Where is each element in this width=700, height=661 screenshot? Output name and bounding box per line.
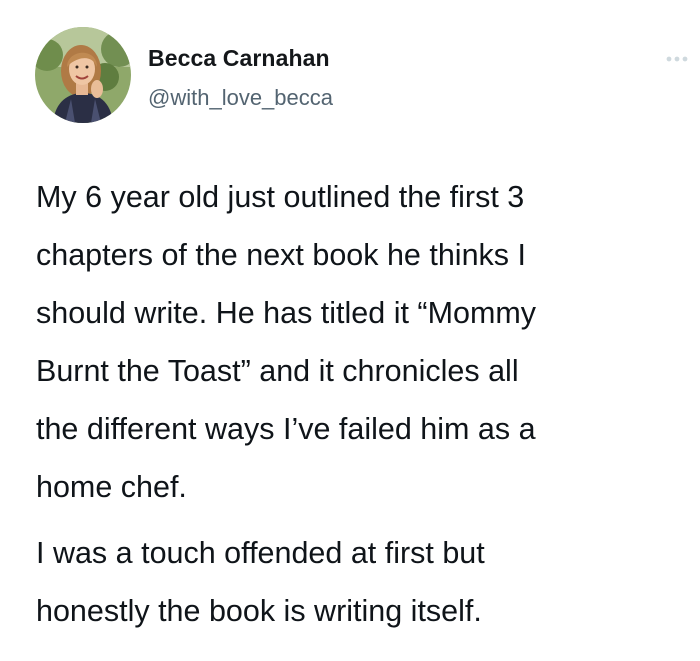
tweet-paragraph: I was a touch offended at first but hone… [36,536,485,628]
tweet-text: My 6 year old just outlined the first 3 … [36,168,684,640]
tweet-card: Becca Carnahan @with_love_becca My 6 yea… [0,0,700,661]
tweet-paragraph: My 6 year old just outlined the first 3 … [36,180,537,504]
profile-photo-icon [35,27,131,123]
avatar[interactable] [35,27,131,123]
more-horizontal-icon [666,56,688,62]
author-handle[interactable]: @with_love_becca [148,85,333,111]
more-options-button[interactable] [664,50,690,68]
author-display-name[interactable]: Becca Carnahan [148,45,330,72]
